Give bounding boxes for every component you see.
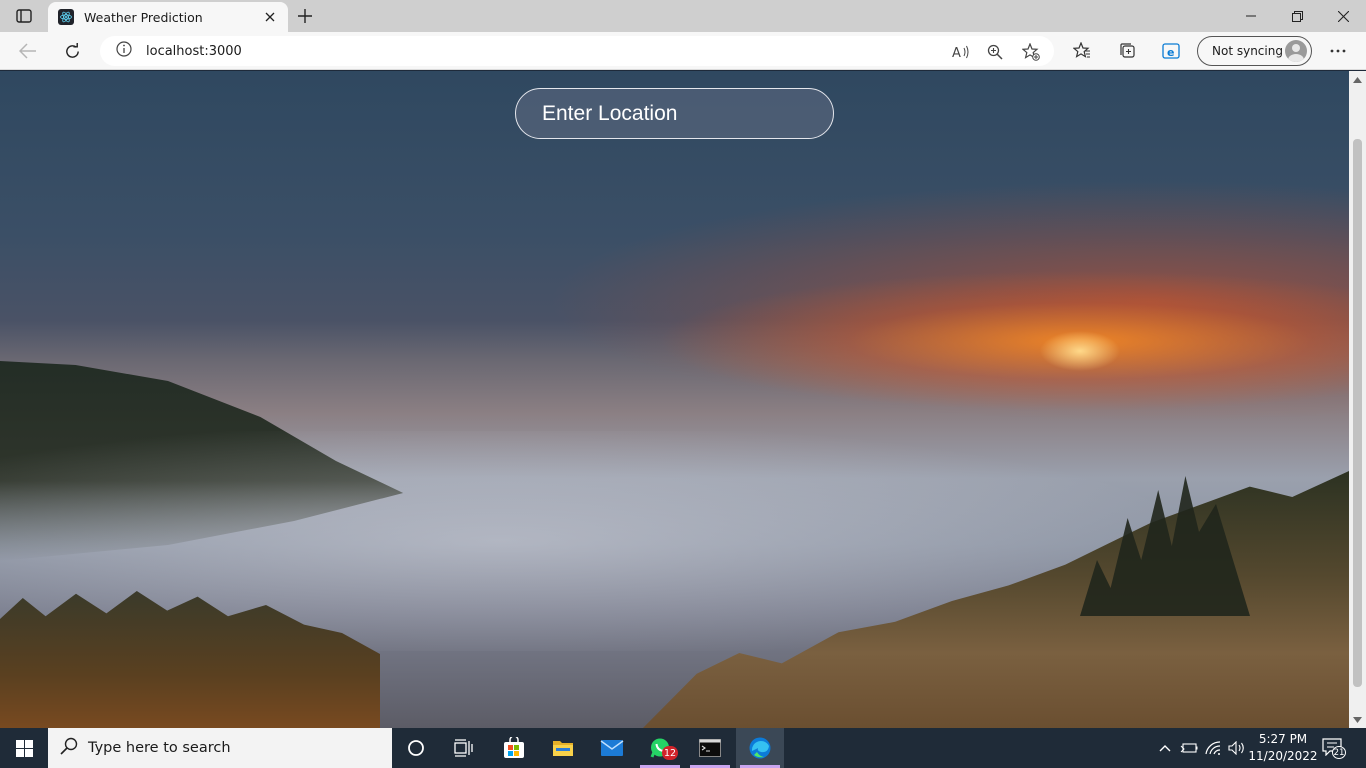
restore-icon[interactable] xyxy=(1274,0,1320,32)
minimize-icon[interactable] xyxy=(1228,0,1274,32)
whatsapp-icon[interactable]: 12 xyxy=(636,728,684,768)
close-window-icon[interactable] xyxy=(1320,0,1366,32)
chevron-up-icon[interactable] xyxy=(1155,738,1175,758)
address-bar[interactable]: localhost:3000 A xyxy=(100,36,1054,66)
notification-count: 21 xyxy=(1332,746,1346,759)
ie-mode-icon[interactable]: e xyxy=(1161,41,1181,61)
browser-toolbar: localhost:3000 A e Not syncing xyxy=(0,32,1366,70)
read-aloud-icon[interactable]: A xyxy=(952,43,970,61)
address-url[interactable]: localhost:3000 xyxy=(146,44,242,59)
system-clock[interactable]: 5:27 PM 11/20/2022 xyxy=(1246,731,1320,765)
whatsapp-badge: 12 xyxy=(662,746,679,760)
windows-taskbar: Type here to search 12 5:27 PM 11/20/202… xyxy=(0,728,1366,768)
cortana-icon[interactable] xyxy=(392,728,440,768)
react-icon xyxy=(58,9,74,25)
tab-title: Weather Prediction xyxy=(84,9,203,25)
scrollbar-thumb[interactable] xyxy=(1353,139,1362,687)
refresh-icon[interactable] xyxy=(58,38,86,64)
clock-date: 11/20/2022 xyxy=(1248,749,1318,763)
tab-weather-prediction[interactable]: Weather Prediction xyxy=(48,2,288,32)
scroll-up-icon[interactable] xyxy=(1352,74,1363,85)
taskbar-search-placeholder: Type here to search xyxy=(88,740,231,756)
terminal-icon[interactable] xyxy=(686,728,734,768)
task-view-icon[interactable] xyxy=(440,728,488,768)
microsoft-store-icon[interactable] xyxy=(490,728,538,768)
file-explorer-icon[interactable] xyxy=(539,728,587,768)
site-info-icon[interactable] xyxy=(116,41,132,61)
more-menu-icon[interactable] xyxy=(1328,41,1348,61)
svg-text:e: e xyxy=(1167,46,1174,59)
battery-icon[interactable] xyxy=(1179,738,1199,758)
scroll-down-icon[interactable] xyxy=(1352,714,1363,725)
wifi-icon[interactable] xyxy=(1203,738,1223,758)
collections-icon[interactable] xyxy=(1117,41,1137,61)
notification-center-icon[interactable]: 21 xyxy=(1322,738,1346,760)
avatar xyxy=(1285,40,1307,62)
location-input[interactable] xyxy=(542,101,833,126)
page-scrollbar[interactable] xyxy=(1349,71,1366,728)
windows-start-icon[interactable] xyxy=(0,728,48,768)
sync-status-label: Not syncing xyxy=(1212,44,1283,58)
mail-icon[interactable] xyxy=(588,728,636,768)
zoom-icon[interactable] xyxy=(986,43,1004,61)
favorites-icon[interactable] xyxy=(1072,41,1092,61)
volume-icon[interactable] xyxy=(1227,738,1247,758)
back-icon[interactable] xyxy=(14,38,42,64)
page-viewport xyxy=(0,71,1349,728)
taskbar-search-box[interactable]: Type here to search xyxy=(48,728,392,768)
search-icon xyxy=(60,737,78,759)
tab-actions-icon[interactable] xyxy=(10,6,38,26)
svg-text:A: A xyxy=(952,46,961,59)
close-tab-icon[interactable] xyxy=(262,9,278,25)
location-search-box[interactable] xyxy=(515,88,834,139)
profile-sync-button[interactable]: Not syncing xyxy=(1197,36,1312,66)
browser-tab-bar: Weather Prediction xyxy=(0,0,1366,32)
new-tab-icon[interactable] xyxy=(295,6,315,26)
edge-icon[interactable] xyxy=(736,728,784,768)
clock-time: 5:27 PM xyxy=(1258,732,1308,746)
add-favorite-icon[interactable] xyxy=(1022,43,1040,61)
